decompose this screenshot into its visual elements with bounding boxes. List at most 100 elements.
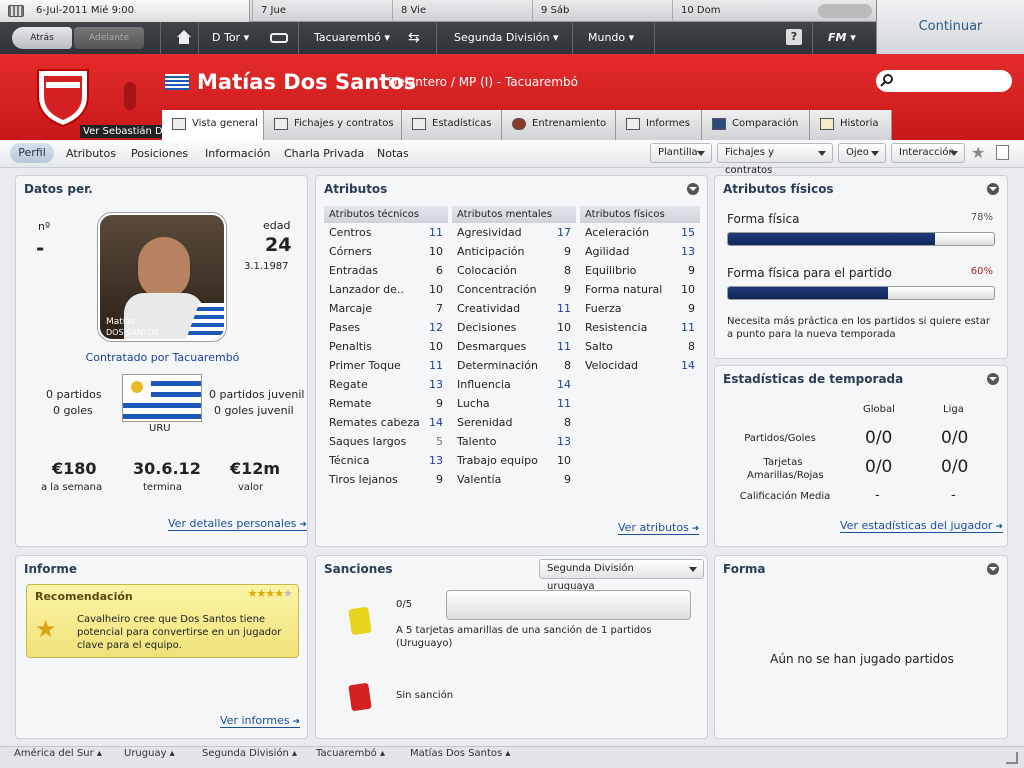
appearances: 0 partidos — [46, 388, 102, 401]
attribute-name: Forma natural — [585, 283, 663, 296]
fitness-percent: 78% — [970, 212, 993, 223]
day-1[interactable]: 7 Jue — [252, 0, 392, 22]
attribute-name: Centros — [329, 226, 372, 239]
ojeo-dropdown[interactable]: Ojeo — [838, 143, 886, 163]
day-2[interactable]: 8 Vie — [392, 0, 532, 22]
current-date[interactable]: 6-Jul-2011 Mié 9:00 — [0, 0, 250, 22]
tab-estadisticas[interactable]: Estadísticas — [402, 110, 502, 140]
attribute-name: Fuerza — [585, 302, 622, 315]
world-menu[interactable]: Mundo ▾ — [588, 22, 634, 54]
inbox-icon[interactable] — [270, 33, 288, 43]
view-attributes-link[interactable]: Ver atributos — [618, 521, 700, 535]
swap-icon[interactable]: ⇆ — [408, 22, 420, 54]
panel-menu-icon[interactable] — [987, 183, 999, 195]
personal-details-link[interactable]: Ver detalles personales — [168, 517, 307, 531]
continue-button[interactable]: Continuar — [876, 0, 1024, 54]
attribute-value: 13 — [429, 378, 443, 391]
panel-title: Datos per. — [24, 182, 93, 196]
breadcrumb-country[interactable]: Uruguay ▴ — [124, 748, 175, 759]
breadcrumb-club[interactable]: Tacuarembó ▴ — [316, 748, 385, 759]
subnav-charla[interactable]: Charla Privada — [284, 140, 364, 168]
breadcrumb-continent[interactable]: América del Sur ▴ — [14, 748, 102, 759]
number-value: - — [36, 236, 45, 260]
help-button[interactable]: ? — [786, 29, 802, 45]
player-stats-link[interactable]: Ver estadísticas del jugador — [840, 519, 1003, 533]
panel-menu-icon[interactable] — [987, 563, 999, 575]
attribute-value: 13 — [429, 454, 443, 467]
market-value-label: valor — [238, 482, 264, 493]
subnav-perfil[interactable]: Perfil — [10, 143, 54, 163]
attribute-name: Aceleración — [585, 226, 650, 239]
contracted-by-link[interactable]: Contratado por Tacuarembó — [16, 351, 309, 364]
day-4[interactable]: 10 Dom — [672, 0, 812, 22]
home-icon[interactable] — [176, 29, 192, 45]
back-button[interactable]: Atrás — [12, 27, 72, 49]
subnav-posiciones[interactable]: Posiciones — [131, 140, 188, 168]
fm-menu[interactable]: FM ▾ — [828, 22, 856, 54]
date-scroller[interactable] — [818, 4, 872, 18]
attribute-value: 11 — [557, 302, 571, 315]
player-name: Matías Dos Santos — [197, 70, 417, 94]
attribute-name: Decisiones — [457, 321, 517, 334]
tab-vista-general[interactable]: Vista general — [162, 110, 264, 140]
attribute-name: Serenidad — [457, 416, 513, 429]
sun-icon — [131, 381, 143, 393]
star-icon[interactable]: ★ — [971, 143, 985, 162]
player-position: Delantero / MP (I) - Tacuarembó — [388, 75, 578, 89]
fitness-note: Necesita más práctica en los partidos si… — [727, 316, 990, 340]
match-fitness-bar — [727, 286, 995, 300]
fichajes-dropdown[interactable]: Fichajes y contratos — [717, 143, 833, 176]
search-input[interactable] — [876, 70, 1012, 92]
interaccion-dropdown[interactable]: Interacción — [891, 143, 965, 163]
breadcrumb-label: Segunda División — [202, 748, 289, 759]
attribute-value: 14 — [681, 359, 695, 372]
resize-grip-icon[interactable] — [1006, 752, 1018, 764]
plantilla-dropdown[interactable]: Plantilla — [650, 143, 712, 163]
attribute-name: Agilidad — [585, 245, 630, 258]
physical-attributes: Atributos físicos Aceleración 15 Agilidad 1… — [580, 206, 700, 375]
attribute-name: Técnica — [329, 454, 370, 467]
attribute-value: 9 — [564, 283, 571, 296]
nation-flag[interactable] — [122, 374, 202, 422]
contract-end-label: termina — [143, 482, 182, 493]
manager-menu[interactable]: D Tor ▾ — [212, 22, 249, 54]
club-menu[interactable]: Tacuarembó ▾ — [314, 22, 390, 54]
forward-button[interactable]: Adelante — [74, 27, 144, 49]
tab-historia[interactable]: Historia — [810, 110, 892, 140]
subnav-atributos[interactable]: Atributos — [66, 140, 116, 168]
star-badge-icon: ★ — [35, 615, 57, 643]
attribute-value: 9 — [436, 397, 443, 410]
day-3[interactable]: 9 Sáb — [532, 0, 672, 22]
panel-title: Forma — [723, 562, 766, 576]
panel-menu-icon[interactable] — [987, 373, 999, 385]
stat-league: 0/0 — [941, 428, 969, 448]
tab-comparacion[interactable]: Comparación — [702, 110, 810, 140]
breadcrumb-player[interactable]: Matías Dos Santos ▴ — [410, 748, 510, 759]
subnav-informacion[interactable]: Información — [205, 140, 270, 168]
panel-title: Sanciones — [324, 562, 393, 576]
attribute-row: Valentía 9 — [452, 470, 576, 489]
notes-icon[interactable] — [996, 145, 1009, 160]
age-value: 24 — [265, 234, 292, 256]
tab-fichajes[interactable]: Fichajes y contratos — [264, 110, 402, 140]
league-dropdown[interactable]: Segunda División uruguaya — [539, 559, 704, 592]
league-label: Segunda División — [454, 31, 550, 44]
physical-condition-panel: Atributos físicos Forma física 78% Forma… — [714, 175, 1008, 359]
attribute-value: 10 — [429, 340, 443, 353]
breadcrumb-league[interactable]: Segunda División ▴ — [202, 748, 297, 759]
manager-label: D Tor — [212, 31, 241, 44]
attribute-value: 10 — [681, 283, 695, 296]
league-menu[interactable]: Segunda División ▾ — [454, 22, 559, 54]
goals: 0 goles — [53, 404, 93, 417]
view-reports-link[interactable]: Ver informes — [220, 714, 301, 728]
attribute-row: Lanzador de.. 10 — [324, 280, 448, 299]
recommendation-text: Cavalheiro cree que Dos Santos tiene pot… — [77, 614, 282, 651]
club-crest[interactable] — [34, 66, 92, 128]
tab-entrenamiento[interactable]: Entrenamiento — [502, 110, 616, 140]
subnav-notas[interactable]: Notas — [377, 140, 409, 168]
crest-scroll-arrows[interactable] — [124, 82, 136, 110]
physical-header: Atributos físicos — [580, 206, 700, 223]
panel-menu-icon[interactable] — [687, 183, 699, 195]
technical-list: Centros 11 Córners 10 Entradas 6 Lanzador de..… — [324, 223, 448, 489]
tab-informes[interactable]: Informes — [616, 110, 702, 140]
